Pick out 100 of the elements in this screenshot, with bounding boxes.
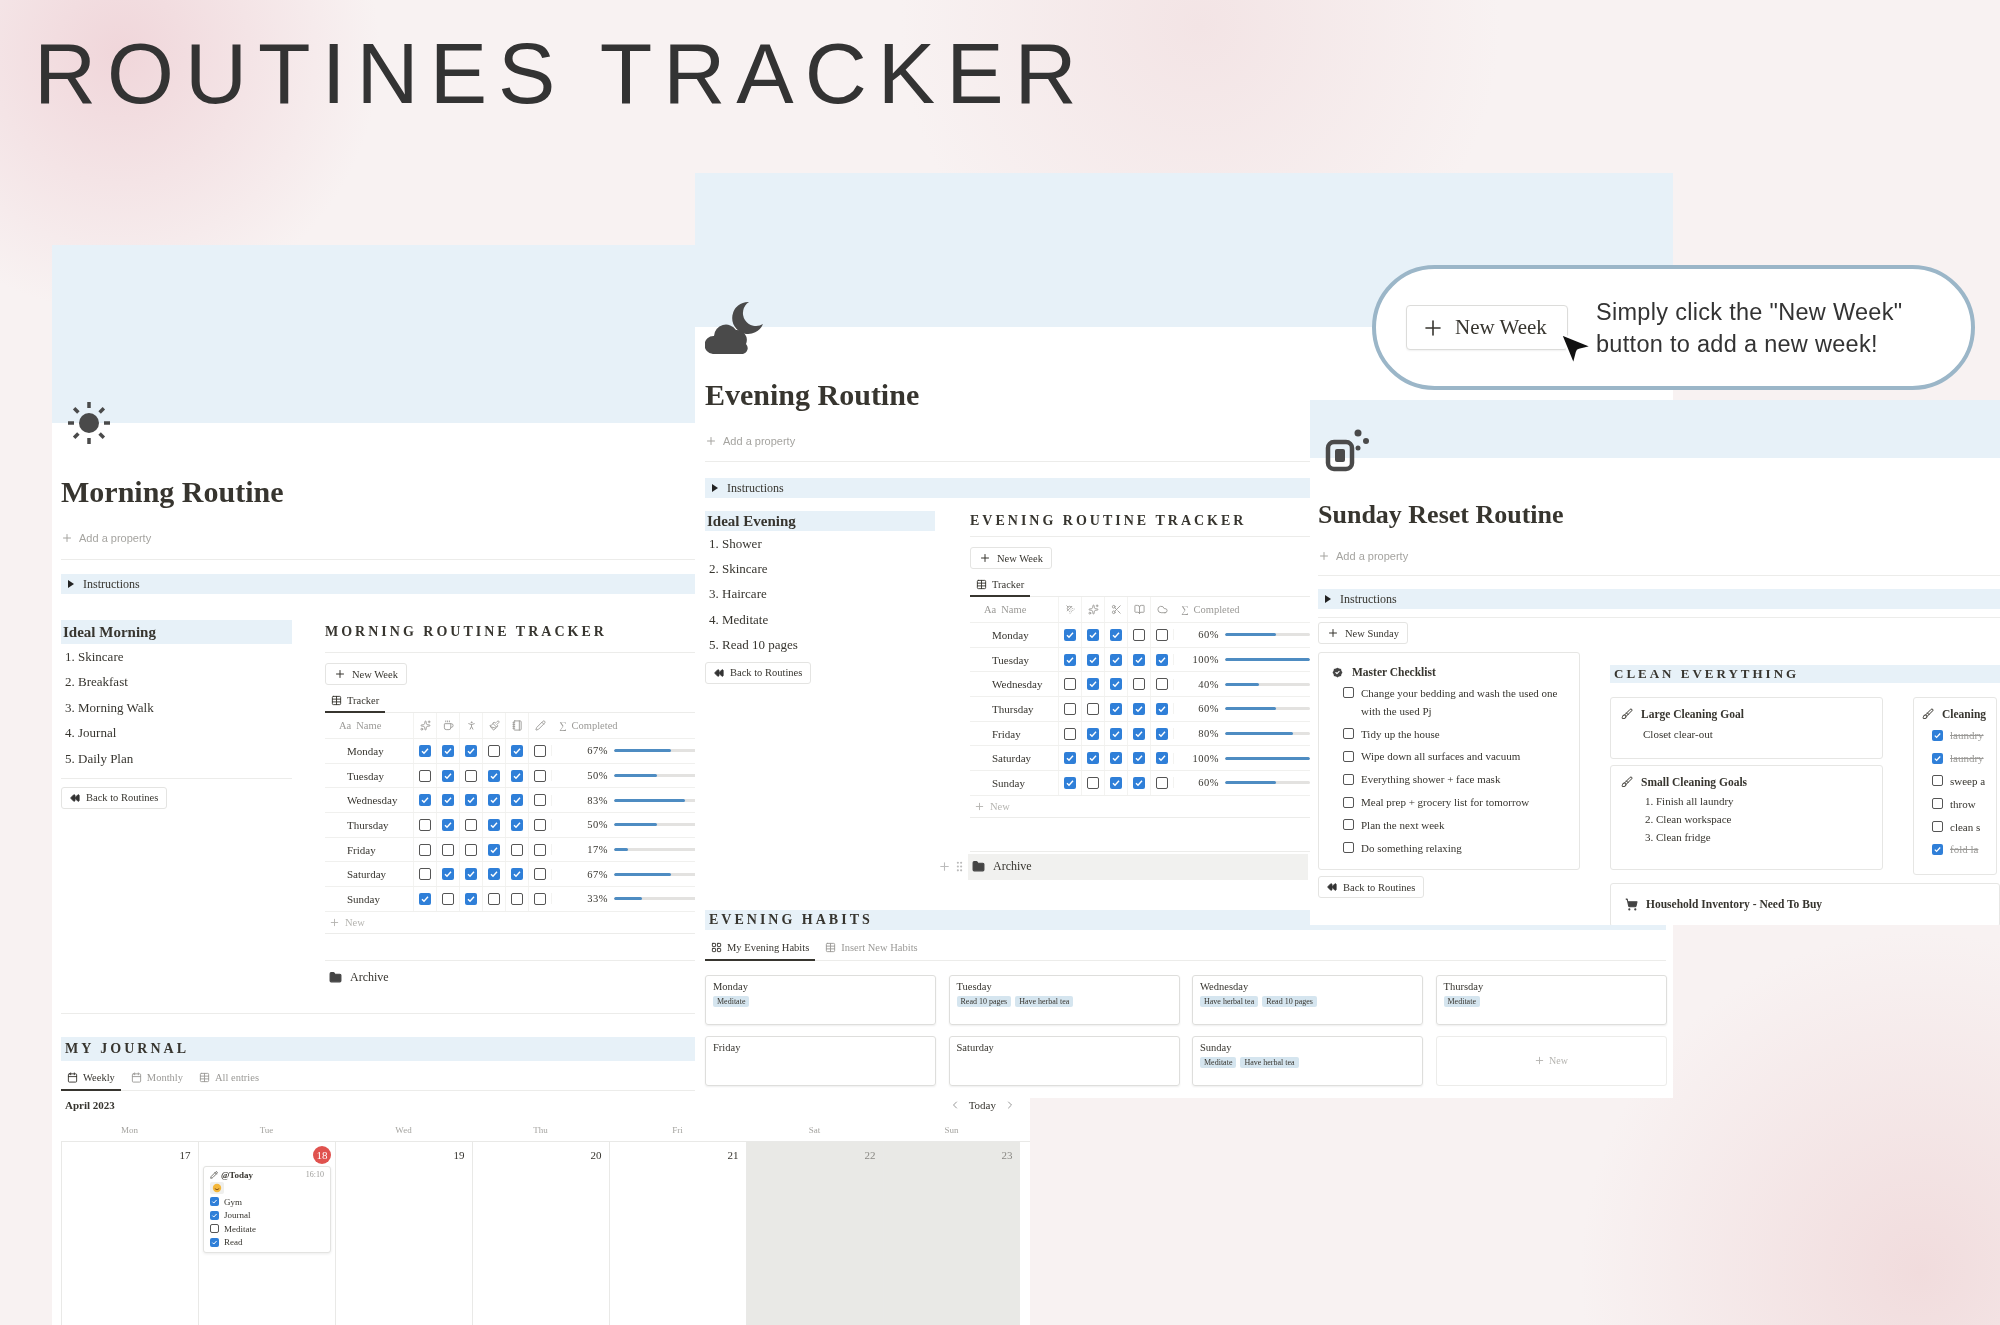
checkbox[interactable] <box>1156 678 1168 691</box>
checkbox[interactable] <box>210 1224 219 1234</box>
view-tab[interactable]: Tracker <box>970 573 1031 597</box>
checkbox[interactable] <box>511 744 523 757</box>
inventory-card[interactable]: Household Inventory - Need To Buy <box>1610 883 2000 925</box>
checkbox[interactable] <box>419 818 431 831</box>
checkbox[interactable] <box>1932 821 1943 832</box>
checkbox[interactable] <box>1064 702 1076 715</box>
view-tab[interactable]: Tracker <box>325 689 386 713</box>
habit-card[interactable]: Monday Meditate <box>705 974 936 1025</box>
back-button[interactable]: Back to Routines <box>1318 876 1425 898</box>
checkbox[interactable] <box>1156 628 1168 641</box>
checkbox[interactable] <box>465 892 477 905</box>
checkbox[interactable] <box>465 843 477 856</box>
checkbox[interactable] <box>1087 653 1099 666</box>
checkbox[interactable] <box>210 1210 219 1220</box>
checkbox[interactable] <box>511 769 523 782</box>
checkbox[interactable] <box>1133 776 1145 789</box>
habit-card[interactable]: Saturday <box>948 1035 1180 1086</box>
archive-link[interactable]: Archive <box>968 853 1308 880</box>
new-sunday-button[interactable]: New Sunday <box>1318 622 1408 644</box>
checkbox[interactable] <box>1064 678 1076 691</box>
checkbox[interactable] <box>210 1197 219 1207</box>
checkbox[interactable] <box>1156 653 1168 666</box>
checkbox[interactable] <box>488 769 500 782</box>
checkbox[interactable] <box>534 843 546 856</box>
view-tab[interactable]: My Evening Habits <box>705 936 816 961</box>
checkbox[interactable] <box>419 868 431 881</box>
checkbox[interactable] <box>465 794 477 807</box>
instructions-toggle[interactable]: Instructions <box>61 574 695 594</box>
checkbox[interactable] <box>1110 628 1122 641</box>
checkbox[interactable] <box>1133 678 1145 691</box>
new-week-button[interactable]: New Week <box>325 663 407 685</box>
checkbox[interactable] <box>419 843 431 856</box>
notebook-icon[interactable] <box>511 720 523 731</box>
checkbox[interactable] <box>1064 752 1076 765</box>
instructions-toggle[interactable]: Instructions <box>1318 589 2000 609</box>
back-button[interactable]: Back to Routines <box>705 661 812 684</box>
checkbox[interactable] <box>534 818 546 831</box>
habit-card[interactable]: Wednesday Have herbal tea Read 10 pages <box>1192 974 1423 1025</box>
checkbox[interactable] <box>1087 752 1099 765</box>
checkbox[interactable] <box>419 794 431 807</box>
checkbox[interactable] <box>1932 752 1943 764</box>
checkbox[interactable] <box>488 818 500 831</box>
checkbox[interactable] <box>442 744 454 757</box>
checkbox[interactable] <box>210 1237 219 1247</box>
new-week-button[interactable]: New Week <box>970 547 1052 569</box>
scissors-icon[interactable] <box>1110 604 1122 615</box>
habit-card[interactable]: Friday <box>705 1035 936 1086</box>
checkbox[interactable] <box>1932 729 1943 741</box>
checkbox[interactable] <box>1064 727 1076 740</box>
checkbox[interactable] <box>442 892 454 905</box>
checkbox[interactable] <box>419 744 431 757</box>
checkbox[interactable] <box>442 794 454 807</box>
checkbox[interactable] <box>488 794 500 807</box>
journal-entry-card[interactable]: @Today 16:10 Gym Journal Meditate Read <box>203 1165 331 1253</box>
checkbox[interactable] <box>1110 678 1122 691</box>
checkbox[interactable] <box>534 794 546 807</box>
checkbox[interactable] <box>534 892 546 905</box>
habit-card[interactable]: Thursday Meditate <box>1435 974 1667 1025</box>
checkbox[interactable] <box>511 868 523 881</box>
checkbox[interactable] <box>1932 843 1943 855</box>
caret-icon[interactable] <box>1324 595 1332 603</box>
checkbox[interactable] <box>1133 653 1145 666</box>
checkbox[interactable] <box>1064 653 1076 666</box>
checkbox[interactable] <box>419 769 431 782</box>
habit-card[interactable]: Sunday Meditate Have herbal tea <box>1192 1035 1423 1086</box>
checkbox[interactable] <box>419 892 431 905</box>
checkbox[interactable] <box>1133 727 1145 740</box>
today-button[interactable]: Today <box>966 1098 998 1111</box>
checkbox[interactable] <box>1343 751 1354 762</box>
checkbox[interactable] <box>1064 776 1076 789</box>
checkbox[interactable] <box>1133 628 1145 641</box>
habit-card[interactable]: Tuesday Read 10 pages Have herbal tea <box>948 974 1180 1025</box>
checkbox[interactable] <box>1087 678 1099 691</box>
checkbox[interactable] <box>1343 842 1354 854</box>
pencil-icon[interactable] <box>534 720 546 731</box>
checkbox[interactable] <box>465 744 477 757</box>
shower-icon[interactable] <box>1064 604 1076 615</box>
checkbox[interactable] <box>534 868 546 881</box>
checkbox[interactable] <box>488 843 500 856</box>
checkbox[interactable] <box>1110 702 1122 715</box>
checkbox[interactable] <box>1932 775 1943 787</box>
sparkles-icon[interactable] <box>1087 604 1099 615</box>
view-tab[interactable]: Weekly <box>61 1066 121 1091</box>
checkbox[interactable] <box>1156 727 1168 740</box>
instructions-toggle[interactable]: Instructions <box>705 478 1310 498</box>
checkbox[interactable] <box>1087 628 1099 641</box>
caret-icon[interactable] <box>67 580 75 588</box>
checkbox[interactable] <box>488 892 500 905</box>
checkbox[interactable] <box>465 769 477 782</box>
paintbrush-icon[interactable] <box>488 720 500 731</box>
checkbox[interactable] <box>1087 776 1099 789</box>
checkbox[interactable] <box>1156 776 1168 789</box>
checkbox[interactable] <box>511 892 523 905</box>
checkbox[interactable] <box>1064 628 1076 641</box>
checkbox[interactable] <box>1156 702 1168 715</box>
book-icon[interactable] <box>1133 604 1145 615</box>
caret-icon[interactable] <box>711 484 719 492</box>
checkbox[interactable] <box>1343 728 1354 740</box>
